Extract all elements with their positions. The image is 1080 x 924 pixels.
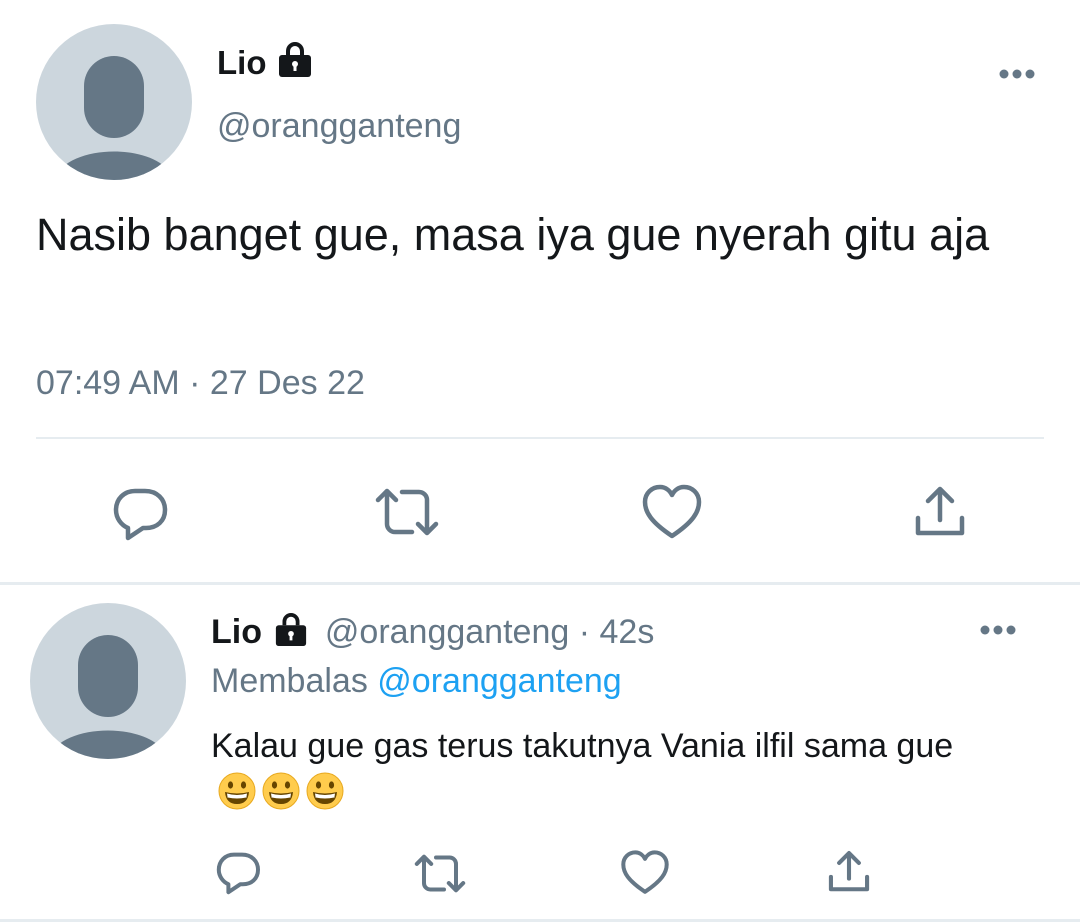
- divider: [36, 437, 1044, 439]
- avatar[interactable]: [36, 24, 192, 180]
- display-name[interactable]: Lio: [217, 44, 266, 82]
- lock-icon: [273, 613, 309, 647]
- tweet-age[interactable]: 42s: [600, 613, 655, 651]
- display-name[interactable]: Lio: [211, 613, 262, 651]
- more-icon[interactable]: [979, 622, 1019, 638]
- retweet-icon[interactable]: [372, 484, 442, 540]
- tweet-time[interactable]: 07:49 AM: [36, 364, 180, 402]
- tweet-text-block: Kalau gue gas terus takutnya Vania ilfil…: [211, 723, 1011, 815]
- avatar[interactable]: [30, 603, 186, 759]
- grinning-face-emoji: [217, 771, 257, 811]
- grinning-face-emoji: [261, 771, 301, 811]
- replying-to-link[interactable]: @orangganteng: [377, 662, 621, 700]
- tweet-text: Kalau gue gas terus takutnya Vania ilfil…: [211, 727, 954, 765]
- emoji-group: [217, 771, 349, 811]
- like-icon[interactable]: [641, 484, 703, 540]
- replying-to-line: Membalas @orangganteng: [211, 661, 622, 701]
- replying-to-label: Membalas: [211, 662, 368, 700]
- share-icon[interactable]: [826, 849, 872, 895]
- tweet-date[interactable]: 27 Des 22: [210, 364, 365, 402]
- tweet-text: Nasib banget gue, masa iya gue nyerah gi…: [36, 209, 990, 260]
- lock-icon: [276, 42, 314, 78]
- section-divider: [0, 582, 1080, 585]
- grinning-face-emoji: [305, 771, 345, 811]
- reply-icon[interactable]: [110, 484, 170, 544]
- handle[interactable]: @orangganteng: [325, 613, 569, 651]
- retweet-icon[interactable]: [412, 851, 468, 896]
- default-avatar-icon: [54, 56, 174, 180]
- reply-header: Lio @orangganteng · 42s: [211, 612, 654, 652]
- like-icon[interactable]: [620, 850, 670, 895]
- handle[interactable]: @orangganteng: [217, 106, 461, 146]
- meta-separator: ·: [578, 613, 591, 651]
- default-avatar-icon: [48, 635, 168, 759]
- meta-separator: ·: [189, 364, 201, 402]
- tweet-timestamp: 07:49 AM · 27 Des 22: [36, 362, 365, 404]
- reply-icon[interactable]: [214, 849, 262, 897]
- bottom-divider: [0, 919, 1080, 922]
- more-icon[interactable]: [998, 66, 1038, 82]
- share-icon[interactable]: [912, 484, 968, 540]
